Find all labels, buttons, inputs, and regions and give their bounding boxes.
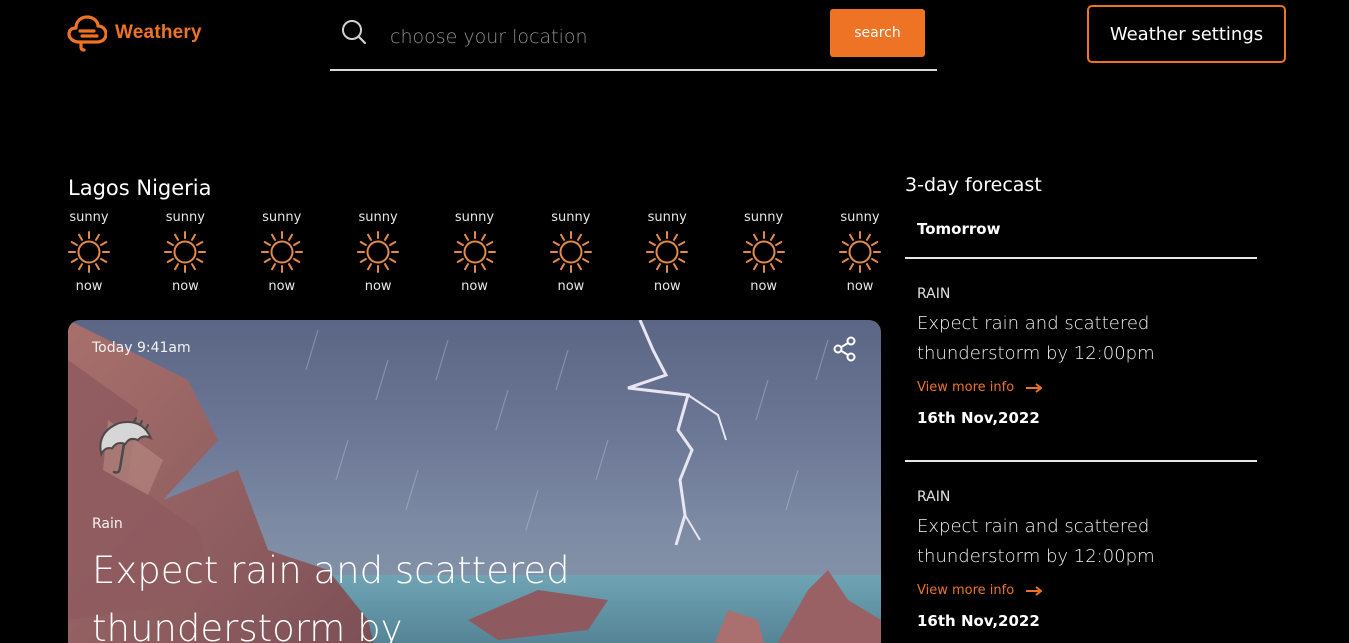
- hourly-time: now: [461, 279, 488, 294]
- arrow-right-icon: [1026, 585, 1043, 596]
- forecast-item: RAIN Expect rain and scattered thunderst…: [917, 489, 1247, 630]
- hourly-item: sunny now: [549, 210, 592, 294]
- sun-icon: [839, 231, 881, 273]
- sun-icon: [357, 231, 400, 273]
- hourly-time: now: [75, 279, 103, 294]
- hourly-item: sunny now: [68, 210, 110, 294]
- hourly-item: sunny now: [453, 210, 496, 294]
- hourly-item: sunny now: [260, 210, 303, 294]
- view-more-label: View more info: [917, 380, 1015, 395]
- divider: [905, 257, 1257, 259]
- tab-tomorrow[interactable]: Tomorrow: [917, 220, 1000, 238]
- share-icon[interactable]: [833, 336, 857, 362]
- forecast-description-line1: Expect rain and scattered: [917, 313, 1150, 334]
- forecast-type: RAIN: [917, 286, 951, 302]
- hourly-time: now: [171, 279, 199, 294]
- hourly-condition: sunny: [358, 210, 398, 225]
- sun-icon: [453, 231, 496, 273]
- forecast-title: 3-day forecast: [905, 174, 1042, 196]
- hourly-time: now: [750, 279, 778, 294]
- forecast-date: 16th Nov,2022: [917, 612, 1040, 630]
- view-more-label: View more info: [917, 583, 1015, 598]
- brand-name: Weathery: [115, 22, 202, 43]
- brand-logo[interactable]: Weathery: [67, 14, 202, 52]
- hourly-time: now: [268, 279, 296, 294]
- view-more-link[interactable]: View more info: [917, 380, 1247, 395]
- hourly-condition: sunny: [744, 210, 784, 225]
- view-more-link[interactable]: View more info: [917, 583, 1247, 598]
- forecast-description: Expect rain and scattered thunderstorm b…: [917, 512, 1247, 572]
- umbrella-rain-icon: [99, 417, 153, 474]
- hourly-condition: sunny: [454, 210, 495, 225]
- sun-icon: [260, 231, 303, 273]
- hourly-item: sunny now: [357, 210, 400, 294]
- cloud-logo-icon: [67, 15, 107, 52]
- search-bar: search: [330, 4, 937, 71]
- forecast-type: RAIN: [917, 489, 951, 505]
- forecast-description: Expect rain and scattered thunderstorm b…: [917, 309, 1247, 369]
- sun-icon: [646, 231, 689, 273]
- hourly-condition: sunny: [840, 210, 880, 225]
- hourly-time: now: [653, 279, 681, 294]
- hourly-item: sunny now: [742, 210, 785, 294]
- hourly-condition: sunny: [551, 210, 591, 225]
- search-button[interactable]: search: [830, 9, 925, 57]
- sun-icon: [742, 231, 785, 273]
- hourly-item: sunny now: [839, 210, 881, 294]
- location-title: Lagos Nigeria: [68, 176, 212, 200]
- hourly-condition: sunny: [165, 210, 205, 225]
- hourly-time: now: [557, 279, 585, 294]
- forecast-date: 16th Nov,2022: [917, 409, 1040, 427]
- hourly-time: now: [846, 279, 874, 294]
- sun-icon: [164, 231, 207, 273]
- search-icon[interactable]: [340, 18, 368, 46]
- today-weather-card: Today 9:41am Rain Expect rain and scatte…: [68, 320, 881, 643]
- hourly-condition: sunny: [69, 210, 109, 225]
- forecast-description-line2: thunderstorm by 12:00pm: [917, 343, 1155, 364]
- forecast-description-line1: Expect rain and scattered: [917, 516, 1150, 537]
- hero-date: Today 9:41am: [92, 340, 191, 356]
- hourly-condition: sunny: [262, 210, 302, 225]
- weather-settings-button[interactable]: Weather settings: [1087, 5, 1286, 63]
- hourly-forecast: sunny now sunny now sunny now sunny now sunn…: [68, 210, 881, 294]
- search-input[interactable]: [390, 22, 810, 52]
- forecast-item: RAIN Expect rain and scattered thunderst…: [917, 286, 1247, 427]
- hourly-time: now: [364, 279, 392, 294]
- hourly-item: sunny now: [646, 210, 689, 294]
- arrow-right-icon: [1026, 382, 1043, 393]
- sun-icon: [549, 231, 592, 273]
- divider: [905, 460, 1257, 462]
- hourly-item: sunny now: [164, 210, 207, 294]
- hero-headline: Expect rain and scattered thunderstorm b…: [92, 549, 570, 643]
- hourly-condition: sunny: [647, 210, 687, 225]
- sun-icon: [68, 231, 110, 273]
- forecast-description-line2: thunderstorm by 12:00pm: [917, 546, 1155, 567]
- hero-weather-type: Rain: [92, 516, 123, 532]
